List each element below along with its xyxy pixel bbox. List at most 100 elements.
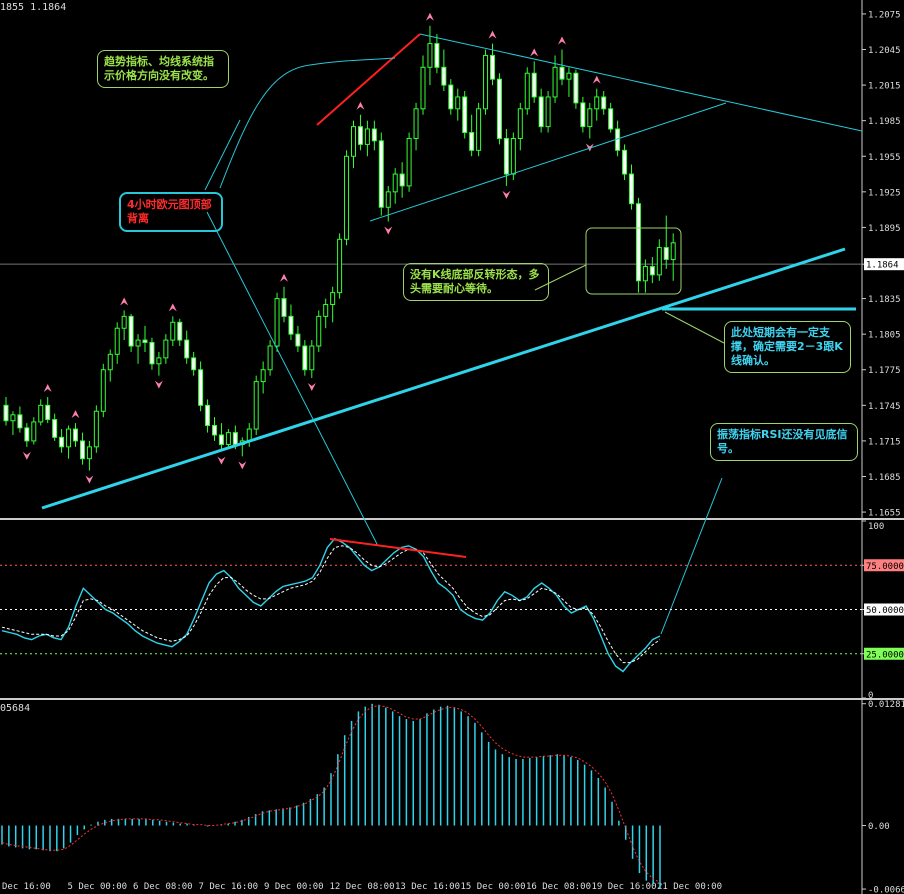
x-tick-label: 16 Dec 08:00 (526, 882, 591, 892)
x-tick-label: 12 Dec 08:00 (330, 882, 395, 892)
candle-body (559, 66, 565, 80)
connector-line (206, 211, 379, 547)
y-tick-label: 1.1955 (868, 153, 901, 163)
candle-body (52, 419, 58, 438)
fractal-down-marker (22, 451, 31, 460)
candle-body (170, 321, 176, 341)
candle-body (476, 108, 482, 151)
candle-body (309, 345, 315, 371)
x-tick-label: 19 Dec 16:00 (592, 882, 657, 892)
rsi-line (1, 537, 661, 673)
candle-body (503, 137, 509, 175)
candle-body (163, 339, 169, 359)
candle-body (267, 345, 273, 371)
candle-body (455, 96, 461, 110)
fractal-up-marker (168, 303, 177, 312)
candle-body (510, 137, 516, 175)
candle-body (66, 428, 72, 448)
candle-body (517, 108, 523, 139)
candle-body (580, 102, 586, 128)
fractal-down-marker (217, 456, 226, 465)
candle-body (323, 304, 329, 317)
fractal-down-marker (502, 190, 511, 199)
indicator-info: 05684 (0, 703, 31, 714)
candle-body (469, 132, 475, 151)
fractal-down-marker (238, 461, 247, 470)
connector-line (660, 477, 723, 635)
macd-y-label: -0.00668 (868, 886, 904, 894)
candle-body (288, 315, 294, 335)
candle-body (121, 315, 127, 329)
candle-body (545, 96, 551, 128)
candle-body (128, 315, 134, 347)
candle-body (462, 96, 468, 134)
fractal-down-marker (85, 475, 94, 484)
candle-body (427, 43, 433, 68)
x-tick-label: 9 Dec 00:00 (264, 882, 324, 892)
candle-body (608, 108, 614, 130)
trend-note: 趋势指标、均线系统指示价格方向没有改变。 (97, 50, 229, 88)
candle-body (587, 108, 593, 128)
rsi-level-label: 50.0000 (866, 606, 904, 616)
candle-body (524, 72, 530, 110)
candle-body (566, 72, 572, 80)
candle-body (531, 72, 537, 98)
candle-body (31, 421, 37, 442)
x-tick-label: 7 Dec 16:00 (199, 882, 259, 892)
candle-body (490, 54, 495, 80)
fractal-down-marker (307, 383, 316, 392)
candle-body (253, 381, 259, 430)
symbol-info: 1855 1.1864 (0, 2, 67, 13)
price-top-line (316, 33, 421, 126)
candle-body (642, 266, 648, 282)
candle-body (107, 353, 113, 371)
candle-body (205, 404, 211, 426)
fractal-up-marker (356, 101, 365, 110)
x-tick-label: 21 Dec 00:00 (657, 882, 722, 892)
x-tick-label: 13 Dec 16:00 (395, 882, 460, 892)
y-tick-label: 1.2045 (868, 46, 901, 56)
candle-body (635, 203, 641, 282)
y-tick-label: 1.1985 (868, 117, 901, 127)
candle-body (629, 173, 634, 205)
candle-body (663, 247, 669, 260)
candle-body (399, 173, 405, 187)
candle-body (656, 247, 662, 276)
candle-body (17, 414, 23, 429)
y-tick-label: 1.1715 (868, 437, 901, 447)
candle-body (79, 440, 85, 460)
candle-body (38, 404, 44, 423)
y-tick-label: 1.1805 (868, 331, 901, 341)
x-tick-label: Dec 16:00 (2, 882, 51, 892)
y-tick-label: 1.1895 (868, 224, 901, 234)
candle-body (351, 126, 356, 157)
fractal-up-marker (71, 410, 80, 419)
x-tick-label: 5 Dec 00:00 (68, 882, 128, 892)
candle-body (142, 339, 148, 343)
no-reversal-note: 没有K线底部反转形态，多头需要耐心等待。 (403, 263, 549, 301)
y-tick-label: 1.2015 (868, 82, 901, 92)
x-tick-label: 6 Dec 08:00 (133, 882, 193, 892)
candle-body (364, 128, 370, 145)
current-price-label: 1.1864 (866, 261, 899, 271)
y-tick-label: 1.2075 (868, 10, 901, 20)
candle-body (135, 339, 141, 347)
candle-body (344, 155, 350, 240)
candle-body (302, 345, 308, 371)
candle-body (198, 369, 204, 406)
rsi-level-label: 25.0000 (866, 650, 904, 660)
candle-body (441, 66, 447, 86)
candle-body (10, 414, 16, 422)
candle-body (316, 315, 322, 347)
candle-body (177, 321, 183, 341)
candle-body (622, 149, 628, 175)
candle-body (59, 436, 65, 448)
rsi-y-label: 100 (868, 522, 884, 532)
candle-body (3, 404, 9, 422)
x-tick-label: 15 Dec 00:00 (461, 882, 526, 892)
candle-body (295, 333, 301, 347)
candle-body (232, 432, 238, 445)
fractal-up-marker (425, 12, 434, 21)
candle-body (184, 339, 190, 359)
candle-body (225, 432, 231, 445)
